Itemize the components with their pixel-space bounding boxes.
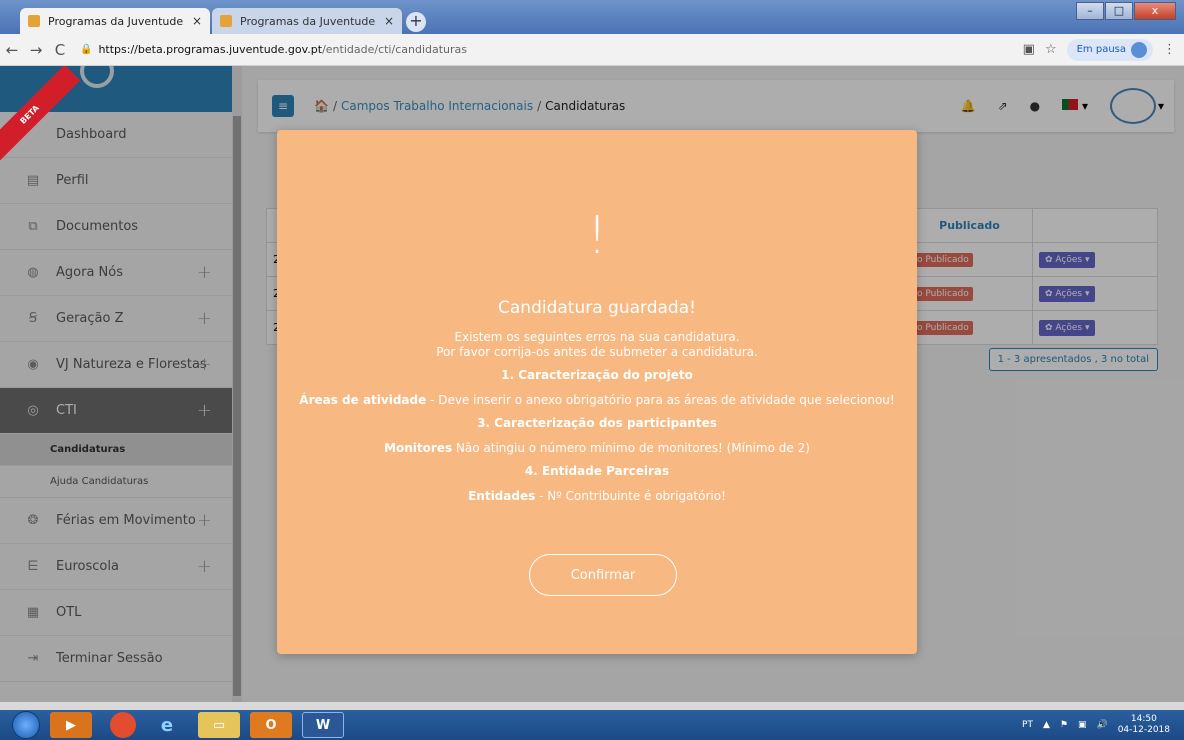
pause-label: Em pausa bbox=[1076, 44, 1126, 55]
lock-icon: 🔒 bbox=[80, 44, 93, 55]
windows-taskbar: ▶ e ▭ O W PT ▲ ⚑ ▣ 🔊 14:50 04-12-2018 bbox=[0, 710, 1184, 740]
error-field: Áreas de atividade bbox=[299, 393, 427, 407]
error-field: Monitores bbox=[384, 441, 453, 455]
modal-intro-line: Por favor corrija-os antes de submeter a… bbox=[436, 345, 758, 359]
translate-icon[interactable]: ▣ bbox=[1023, 42, 1035, 57]
close-window-button[interactable]: x bbox=[1134, 2, 1176, 20]
sync-paused-chip[interactable]: Em pausa bbox=[1066, 38, 1153, 61]
bookmark-star-icon[interactable]: ☆ bbox=[1045, 42, 1057, 57]
minimize-button[interactable]: – bbox=[1076, 2, 1104, 20]
tab-close-icon[interactable]: × bbox=[192, 14, 202, 28]
profile-avatar-icon bbox=[1131, 41, 1147, 58]
outlook-icon[interactable]: O bbox=[250, 712, 292, 738]
error-text: - Deve inserir o anexo obrigatório para … bbox=[426, 393, 895, 407]
tab-title: Programas da Juventude bbox=[48, 14, 184, 28]
language-indicator[interactable]: PT bbox=[1022, 720, 1033, 730]
tab-close-icon[interactable]: × bbox=[384, 14, 394, 28]
internet-explorer-icon[interactable]: e bbox=[146, 712, 188, 738]
modal-title: Candidatura guardada! bbox=[498, 298, 696, 318]
start-button[interactable] bbox=[12, 711, 40, 739]
error-field: Entidades bbox=[468, 489, 536, 503]
site-favicon-icon bbox=[28, 15, 40, 27]
error-text: - Nº Contribuinte é obrigatório! bbox=[535, 489, 726, 503]
site-favicon-icon bbox=[220, 15, 232, 27]
modal-intro: Existem os seguintes erros na sua candid… bbox=[297, 330, 897, 360]
back-icon[interactable]: ← bbox=[0, 41, 24, 59]
clock[interactable]: 14:50 04-12-2018 bbox=[1118, 714, 1170, 736]
error-section-heading: 3. Caracterização dos participantes bbox=[477, 416, 717, 430]
exclamation-icon: ! bbox=[586, 206, 608, 266]
reload-icon[interactable]: C bbox=[48, 41, 72, 59]
error-section-heading: 1. Caracterização do projeto bbox=[501, 368, 693, 382]
url-path: /entidade/cti/candidaturas bbox=[322, 43, 467, 56]
tab-title: Programas da Juventude bbox=[240, 14, 376, 28]
browser-tab-active[interactable]: Programas da Juventude × bbox=[20, 8, 210, 34]
confirm-button[interactable]: Confirmar bbox=[529, 554, 677, 596]
chrome-icon[interactable] bbox=[110, 712, 136, 738]
network-icon[interactable]: ▣ bbox=[1078, 720, 1087, 730]
volume-icon[interactable]: 🔊 bbox=[1096, 720, 1107, 730]
error-message: Áreas de atividade - Deve inserir o anex… bbox=[297, 393, 897, 408]
error-section-heading: 4. Entidade Parceiras bbox=[524, 464, 670, 478]
url-host: https://beta.programas.juventude.gov.pt bbox=[98, 43, 323, 56]
error-modal: ! Candidatura guardada! Existem os segui… bbox=[277, 130, 917, 654]
system-tray: PT ▲ ⚑ ▣ 🔊 14:50 04-12-2018 bbox=[1022, 714, 1184, 736]
error-message: Entidades - Nº Contribuinte é obrigatóri… bbox=[297, 489, 897, 504]
browser-menu-icon[interactable]: ⋮ bbox=[1163, 42, 1176, 57]
media-player-icon[interactable]: ▶ bbox=[50, 712, 92, 738]
address-bar-actions: ▣ ☆ Em pausa ⋮ bbox=[1023, 38, 1184, 61]
clock-time: 14:50 bbox=[1130, 714, 1157, 724]
error-text: Não atingiu o número mínimo de monitores… bbox=[452, 441, 810, 455]
browser-titlebar: Programas da Juventude × Programas da Ju… bbox=[0, 0, 1184, 34]
modal-body: Existem os seguintes erros na sua candid… bbox=[297, 330, 897, 504]
maximize-button[interactable]: □ bbox=[1105, 2, 1133, 20]
tray-expand-icon[interactable]: ▲ bbox=[1043, 720, 1050, 730]
flag-icon[interactable]: ⚑ bbox=[1060, 720, 1068, 730]
browser-tab-inactive[interactable]: Programas da Juventude × bbox=[212, 8, 402, 34]
forward-icon[interactable]: → bbox=[24, 41, 48, 59]
clock-date: 04-12-2018 bbox=[1117, 725, 1170, 735]
url-field[interactable]: 🔒 https://beta.programas.juventude.gov.p… bbox=[80, 38, 1015, 62]
address-bar: ← → C 🔒 https://beta.programas.juventude… bbox=[0, 34, 1184, 66]
error-message: Monitores Não atingiu o número mínimo de… bbox=[297, 441, 897, 456]
modal-intro-line: Existem os seguintes erros na sua candid… bbox=[454, 330, 740, 344]
new-tab-button[interactable]: + bbox=[406, 12, 426, 32]
window-controls: – □ x bbox=[1076, 2, 1176, 20]
word-icon[interactable]: W bbox=[302, 712, 344, 738]
file-explorer-icon[interactable]: ▭ bbox=[198, 712, 240, 738]
